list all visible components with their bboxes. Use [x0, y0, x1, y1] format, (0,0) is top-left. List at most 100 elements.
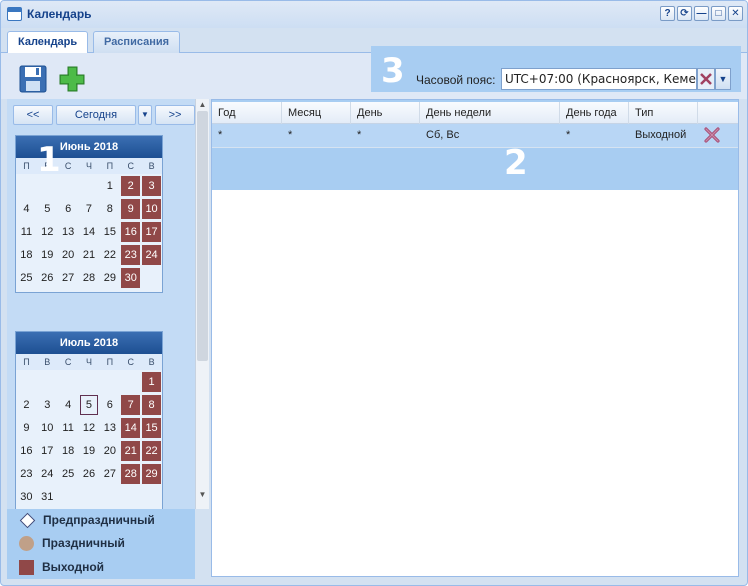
column-month[interactable]: Месяц: [282, 102, 351, 124]
today-button[interactable]: Сегодня: [56, 105, 136, 125]
day-cell[interactable]: 14: [80, 222, 99, 242]
day-cell[interactable]: 16: [121, 222, 141, 242]
day-cell[interactable]: 21: [121, 441, 141, 461]
column-year[interactable]: Год: [212, 102, 282, 124]
day-cell[interactable]: 4: [59, 395, 78, 415]
help-icon[interactable]: ?: [660, 6, 675, 21]
close-icon[interactable]: ✕: [728, 6, 743, 21]
next-button[interactable]: >>: [155, 105, 195, 125]
day-cell[interactable]: 31: [38, 487, 57, 507]
day-grid: 1 2 3 4 5 6 7 8 9 10 11 12 13 14 15 16 17 18 19 20 21 22 23 24 2…: [16, 370, 162, 509]
day-cell[interactable]: 7: [121, 395, 141, 415]
day-cell[interactable]: 17: [38, 441, 57, 461]
day-cell[interactable]: 19: [80, 441, 99, 461]
day-cell[interactable]: 22: [100, 245, 119, 265]
day-cell[interactable]: 21: [80, 245, 99, 265]
day-cell[interactable]: 1: [100, 176, 119, 196]
day-cell[interactable]: 25: [59, 464, 78, 484]
clear-icon: [700, 73, 712, 85]
save-button[interactable]: [18, 64, 48, 94]
scroll-down-icon[interactable]: ▼: [196, 489, 209, 501]
column-yearday[interactable]: День года: [560, 102, 629, 124]
day-cell[interactable]: 15: [142, 418, 161, 438]
column-weekday[interactable]: День недели: [420, 102, 560, 124]
day-cell[interactable]: 6: [59, 199, 78, 219]
grid-header: Год Месяц День День недели День года Тип: [212, 102, 738, 124]
day-cell[interactable]: 9: [17, 418, 36, 438]
day-cell[interactable]: 27: [100, 464, 119, 484]
day-cell[interactable]: 26: [38, 268, 57, 288]
day-cell[interactable]: 14: [121, 418, 141, 438]
day-cell[interactable]: 10: [38, 418, 57, 438]
day-cell[interactable]: 30: [121, 268, 141, 288]
day-cell[interactable]: 20: [100, 441, 119, 461]
day-cell[interactable]: 29: [100, 268, 119, 288]
day-cell[interactable]: 7: [80, 199, 99, 219]
day-cell[interactable]: 16: [17, 441, 36, 461]
day-cell[interactable]: 23: [121, 245, 141, 265]
scroll-up-icon[interactable]: ▲: [196, 99, 209, 111]
day-cell[interactable]: 13: [100, 418, 119, 438]
day-cell[interactable]: 17: [142, 222, 161, 242]
table-row[interactable]: * * * Сб, Вс * Выходной: [212, 124, 738, 148]
day-cell[interactable]: 2: [17, 395, 36, 415]
weekday-label: П: [23, 357, 30, 367]
day-cell[interactable]: 22: [142, 441, 161, 461]
day-cell[interactable]: 27: [59, 268, 78, 288]
day-cell[interactable]: 25: [17, 268, 36, 288]
day-cell[interactable]: 8: [142, 395, 161, 415]
day-cell[interactable]: 5: [79, 395, 99, 415]
day-cell[interactable]: 8: [100, 199, 119, 219]
tab-calendar[interactable]: Календарь: [7, 31, 89, 54]
day-cell[interactable]: 20: [59, 245, 78, 265]
tab-schedules[interactable]: Расписания: [93, 31, 181, 53]
day-cell[interactable]: 28: [80, 268, 99, 288]
timezone-clear-button[interactable]: [697, 68, 715, 90]
delete-icon[interactable]: [704, 127, 720, 143]
day-cell[interactable]: 11: [17, 222, 36, 242]
timezone-input[interactable]: UTC+07:00 (Красноярск, Кемерово): [501, 68, 697, 90]
day-cell[interactable]: 28: [121, 464, 141, 484]
chevron-down-icon[interactable]: ▼: [138, 105, 152, 125]
diamond-icon: [19, 512, 36, 528]
day-cell[interactable]: 12: [38, 222, 57, 242]
day-cell[interactable]: 23: [17, 464, 36, 484]
calendar-scrollbar[interactable]: ▲ ▼: [195, 99, 209, 509]
column-type[interactable]: Тип: [629, 102, 698, 124]
calendar-icon: [7, 7, 22, 21]
day-cell[interactable]: 2: [121, 176, 141, 196]
day-cell[interactable]: 6: [100, 395, 119, 415]
column-day[interactable]: День: [351, 102, 420, 124]
column-actions: [698, 102, 738, 124]
day-cell[interactable]: 26: [80, 464, 99, 484]
day-cell[interactable]: 18: [59, 441, 78, 461]
chevron-down-icon[interactable]: ▼: [715, 68, 731, 90]
maximize-icon[interactable]: □: [711, 6, 726, 21]
day-cell[interactable]: 13: [59, 222, 78, 242]
day-cell[interactable]: 30: [17, 487, 36, 507]
day-cell[interactable]: 18: [17, 245, 36, 265]
day-cell[interactable]: 5: [38, 199, 57, 219]
weekday-label: П: [23, 161, 30, 171]
day-cell[interactable]: 24: [38, 464, 57, 484]
day-cell-empty: [80, 176, 99, 196]
day-cell[interactable]: 3: [38, 395, 57, 415]
day-cell[interactable]: 15: [100, 222, 119, 242]
day-cell[interactable]: 12: [80, 418, 99, 438]
day-cell[interactable]: 29: [142, 464, 161, 484]
window-titlebar: Календарь ? ⟳ — □ ✕: [1, 1, 747, 28]
add-button[interactable]: [57, 64, 87, 94]
day-cell[interactable]: 3: [142, 176, 161, 196]
day-cell[interactable]: 24: [142, 245, 161, 265]
day-cell[interactable]: 4: [17, 199, 36, 219]
day-cell[interactable]: 9: [121, 199, 141, 219]
day-cell[interactable]: 11: [59, 418, 78, 438]
day-cell[interactable]: 10: [142, 199, 161, 219]
day-cell[interactable]: 19: [38, 245, 57, 265]
refresh-icon[interactable]: ⟳: [677, 6, 692, 21]
scroll-thumb[interactable]: [197, 111, 208, 361]
legend-label: Предпраздничный: [43, 513, 155, 527]
minimize-icon[interactable]: —: [694, 6, 709, 21]
prev-button[interactable]: <<: [13, 105, 53, 125]
day-cell[interactable]: 1: [142, 372, 161, 392]
